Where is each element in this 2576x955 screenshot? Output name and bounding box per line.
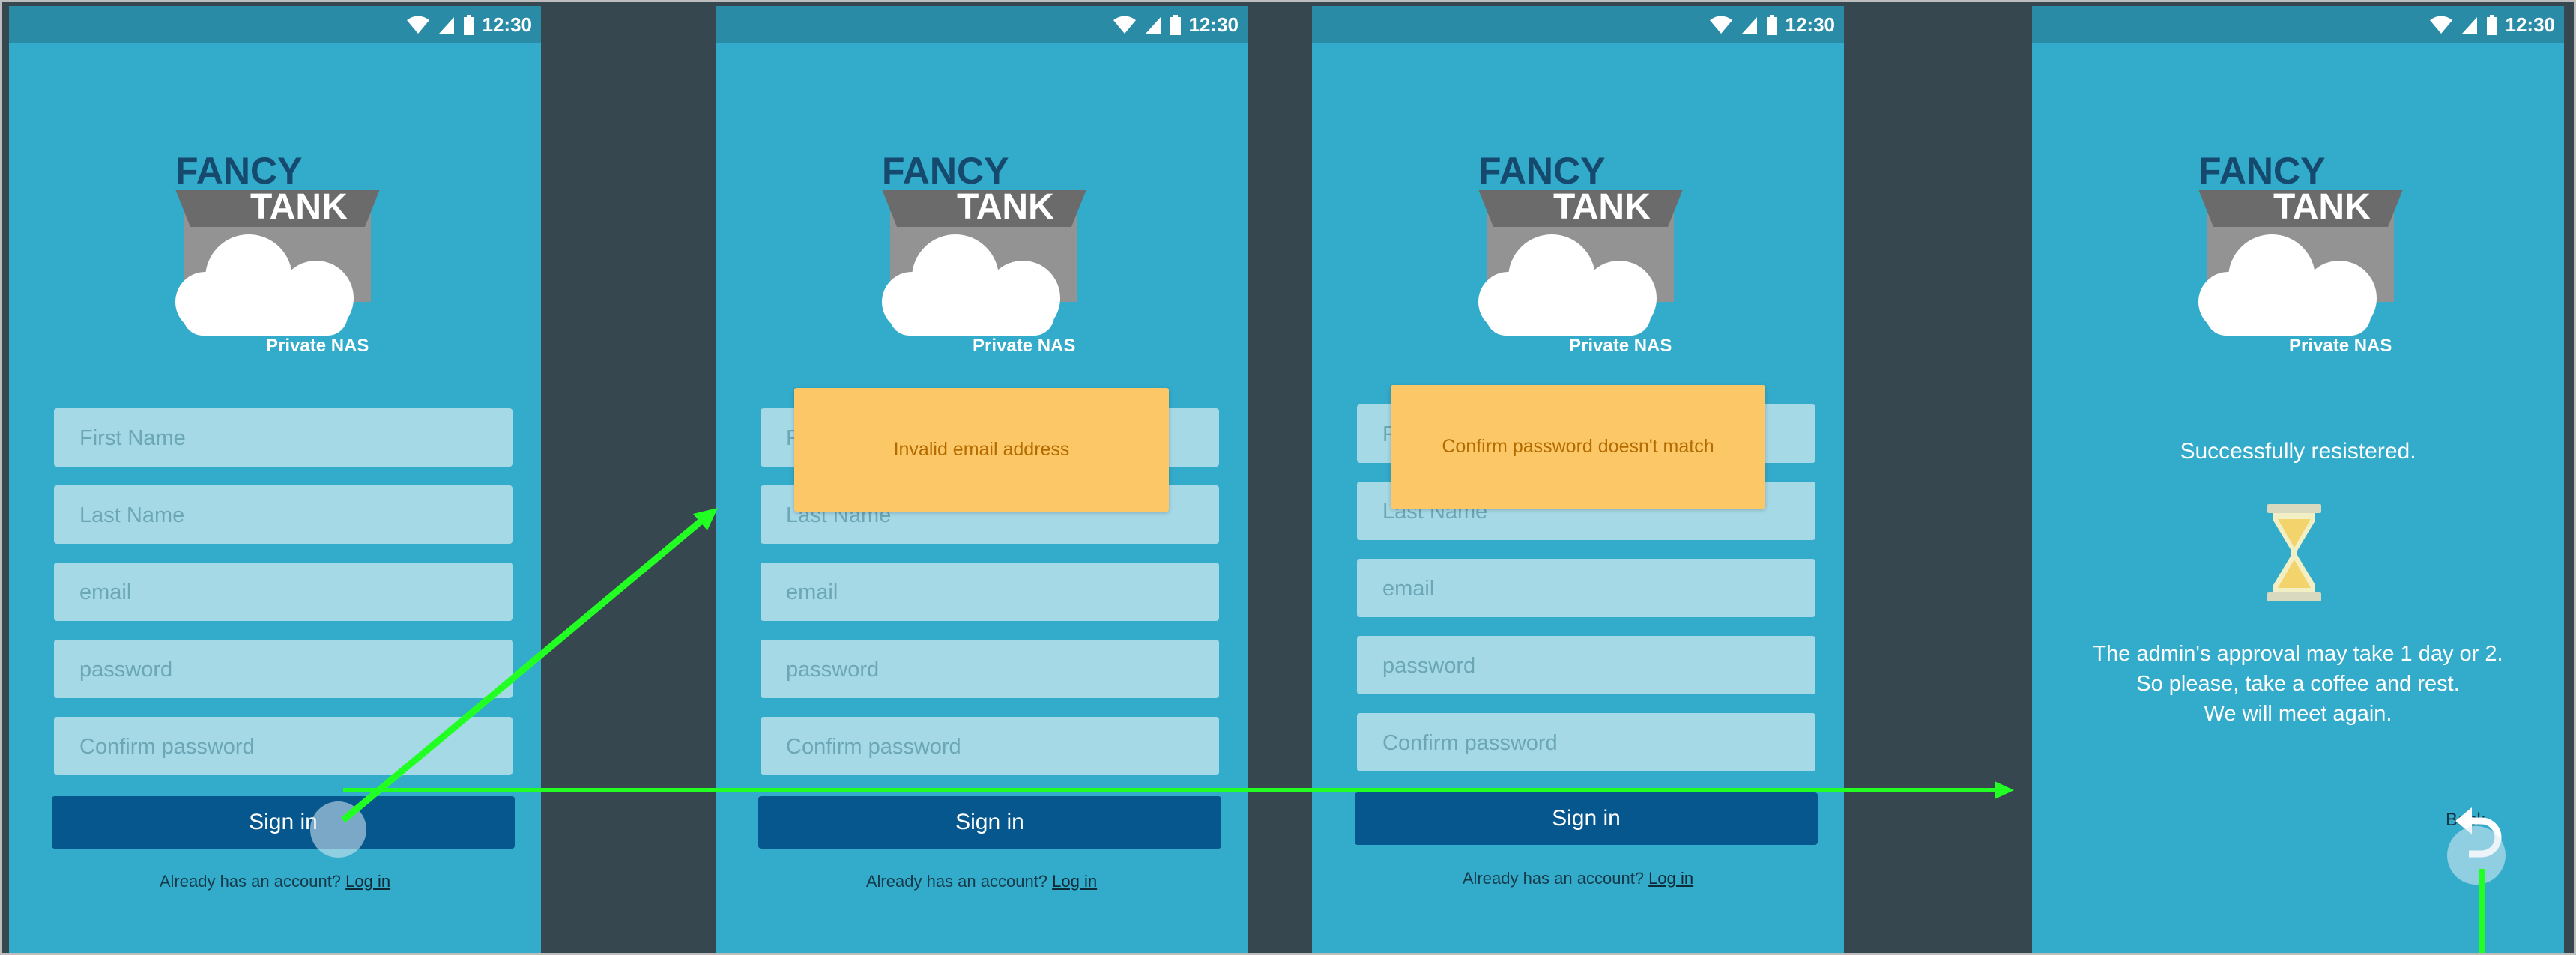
error-toast: Invalid email address [794,388,1169,512]
confirm-password-placeholder: Confirm password [786,735,961,759]
login-link[interactable]: Log in [345,872,390,891]
email-placeholder: email [79,580,132,604]
logo-subtitle: Private NAS [266,336,369,356]
screen-invalid-email: 12:30 FANCY TANK Private NAS F Last Name… [716,6,1248,955]
approval-line-2: So please, take a coffee and rest. [2136,672,2460,696]
hourglass-icon [2267,504,2321,601]
status-time: 12:30 [1785,13,1836,36]
email-field[interactable]: email [761,563,1219,621]
logo-subtitle: Private NAS [1569,336,1672,356]
logo-fancy: FANCY [882,150,1009,192]
screen-signup: 12:30 FANCY TANK Private NAS First Name … [9,6,541,955]
password-placeholder: password [1382,654,1476,678]
password-field[interactable]: password [761,640,1219,698]
battery-icon [1766,14,1777,35]
logo-fancy: FANCY [175,150,302,192]
wifi-icon [1709,16,1732,34]
signal-icon [2461,16,2477,34]
confirm-password-field[interactable]: Confirm password [54,717,513,775]
logo-fancy: FANCY [1478,150,1605,192]
email-field[interactable]: email [54,563,513,621]
status-bar: 12:30 [9,6,541,43]
logo-tank: TANK [2273,187,2371,227]
footer-text: Already has an account? [865,872,1048,891]
logo-subtitle: Private NAS [2289,336,2392,356]
approval-line-3: We will meet again. [2204,702,2392,726]
last-name-field[interactable]: Last Name [54,485,513,544]
error-toast: Confirm password doesn't match [1391,385,1765,509]
signal-icon [1741,16,1757,34]
status-bar: 12:30 [2032,6,2564,43]
signal-icon [1145,16,1161,34]
footer-text: Already has an account? [159,872,342,891]
logo-tank: TANK [250,187,348,227]
flow-arrowhead [1995,781,2014,799]
screen-password-mismatch: 12:30 FANCY TANK Private NAS F Last Name… [1312,6,1844,955]
logo-fancy: FANCY [2198,150,2325,192]
screen-registered: 12:30 FANCY TANK Private NAS Successfull… [2032,6,2564,955]
wifi-icon [2429,16,2452,34]
status-time: 12:30 [1188,13,1239,36]
sign-in-button[interactable]: Sign in [52,796,515,849]
approval-message: The admin's approval may take 1 day or 2… [2032,639,2564,729]
email-field[interactable]: email [1357,559,1815,617]
login-footer: Already has an account? Log in [9,872,541,891]
wifi-icon [1113,16,1136,34]
email-placeholder: email [786,580,838,604]
sign-in-button[interactable]: Sign in [1355,792,1818,845]
app-logo: FANCY TANK Private NAS [175,150,380,356]
password-placeholder: password [786,658,880,682]
status-time: 12:30 [2505,13,2556,36]
wifi-icon [406,16,429,34]
logo-subtitle: Private NAS [973,336,1075,356]
email-placeholder: email [1382,577,1435,601]
app-logo: FANCY TANK Private NAS [882,150,1086,356]
status-bar: 12:30 [716,6,1248,43]
login-footer: Already has an account? Log in [716,872,1248,891]
first-name-field[interactable]: First Name [54,408,513,467]
logo-tank: TANK [1553,187,1651,227]
status-time: 12:30 [482,13,533,36]
battery-icon [2486,14,2497,35]
last-name-placeholder: Last Name [79,503,185,527]
battery-icon [463,14,474,35]
signal-icon [438,16,454,34]
footer-text: Already has an account? [1462,869,1645,888]
confirm-password-field[interactable]: Confirm password [1357,713,1815,771]
success-message: Successfully resistered. [2180,439,2416,464]
password-field[interactable]: password [1357,636,1815,694]
logo-tank: TANK [957,187,1054,227]
confirm-password-placeholder: Confirm password [1382,731,1558,755]
password-placeholder: password [79,658,173,682]
approval-line-1: The admin's approval may take 1 day or 2… [2093,642,2503,666]
sign-in-button[interactable]: Sign in [758,796,1221,849]
flow-arrowhead [693,508,718,530]
confirm-password-placeholder: Confirm password [79,735,255,759]
status-bar: 12:30 [1312,6,1844,43]
app-logo: FANCY TANK Private NAS [1478,150,1683,356]
battery-icon [1170,14,1181,35]
touch-indicator [2447,826,2506,885]
app-logo: FANCY TANK Private NAS [2198,150,2403,356]
login-link[interactable]: Log in [1052,872,1097,891]
login-link[interactable]: Log in [1648,869,1693,888]
first-name-placeholder: First Name [79,426,186,450]
confirm-password-field[interactable]: Confirm password [761,717,1219,775]
touch-indicator [310,801,366,858]
password-field[interactable]: password [54,640,513,698]
login-footer: Already has an account? Log in [1312,869,1844,888]
